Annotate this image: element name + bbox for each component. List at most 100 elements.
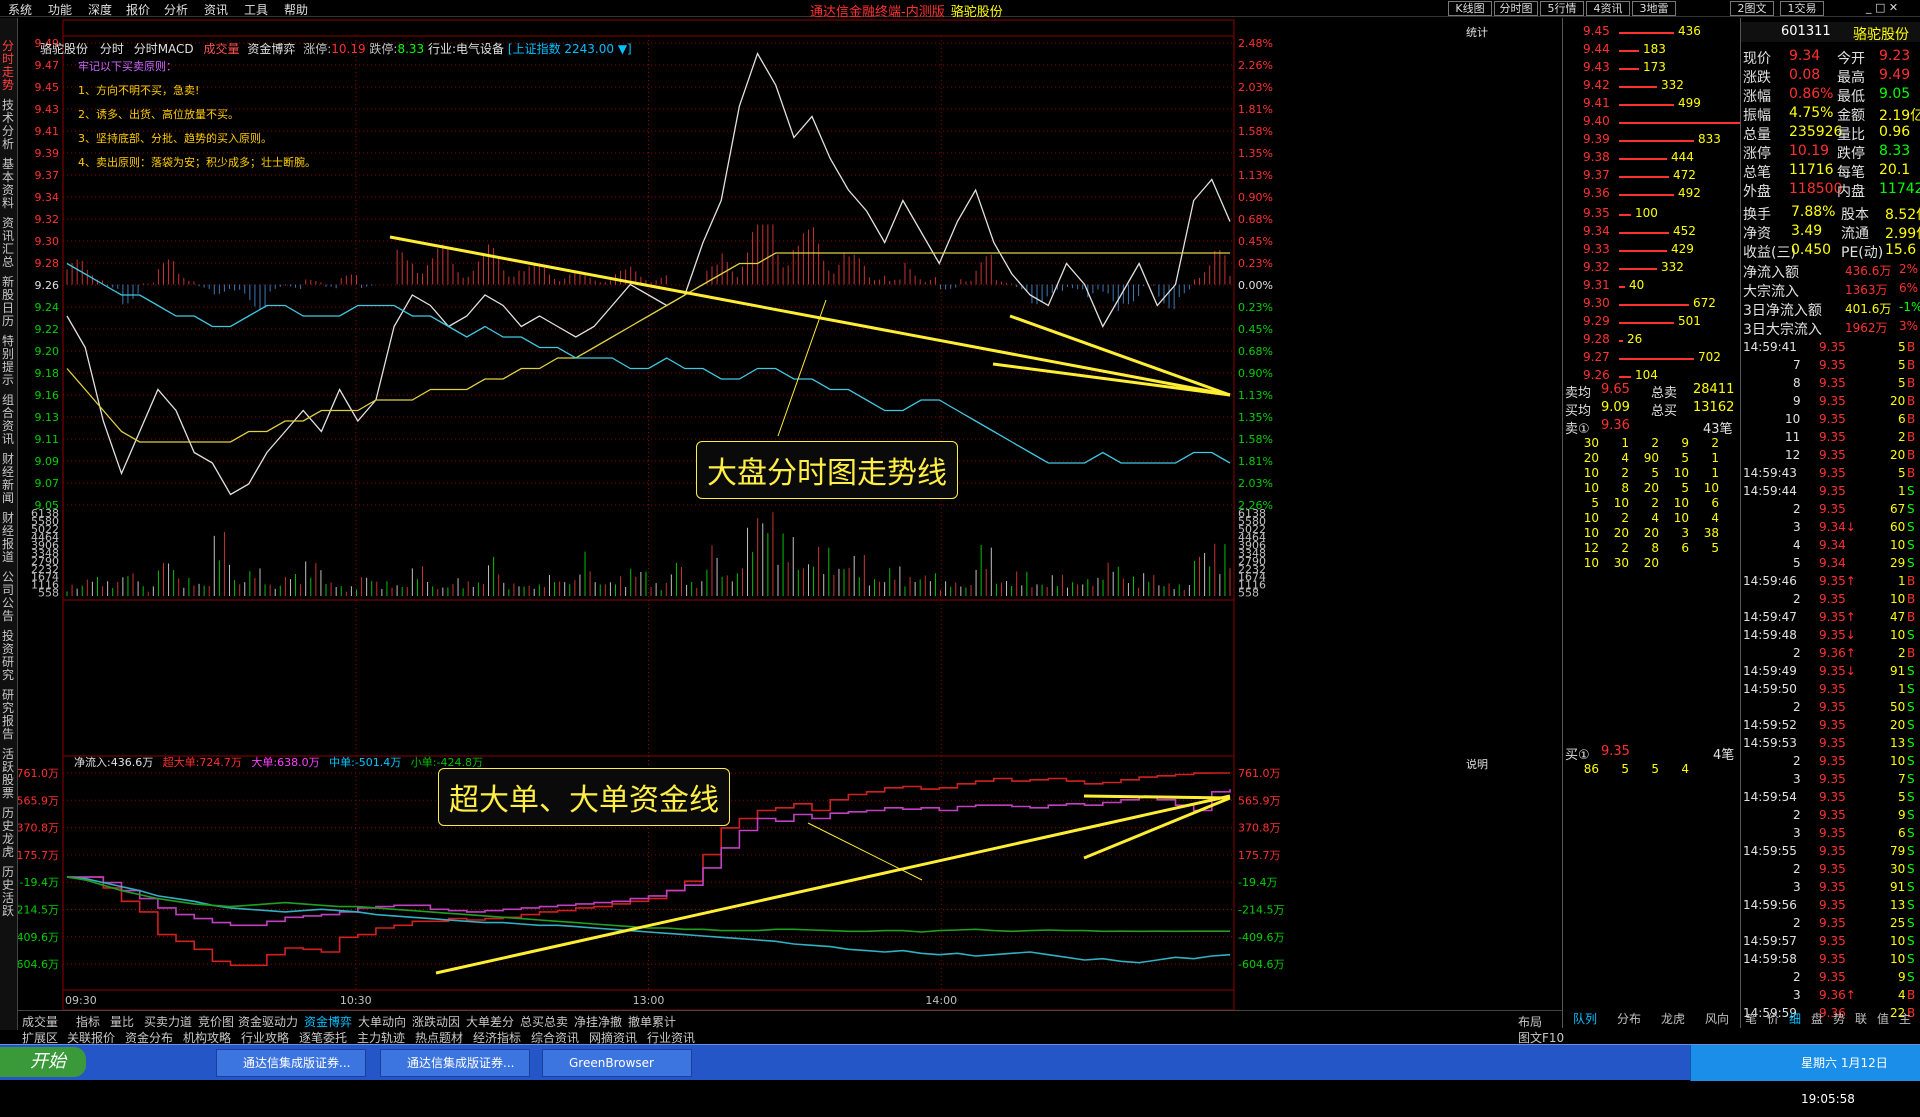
- menu-news[interactable]: 资讯: [204, 1, 228, 18]
- left-tab-13[interactable]: 历史龙虎: [2, 807, 16, 859]
- bottom-tab-2[interactable]: 量比: [110, 1013, 134, 1030]
- order-row[interactable]: 9.43 173: [1563, 60, 1741, 78]
- order-row[interactable]: 9.29 501: [1563, 314, 1741, 332]
- order-row[interactable]: 9.401672: [1563, 114, 1794, 132]
- info-fund-game[interactable]: 资金博弈: [247, 42, 295, 56]
- window-controls[interactable]: _ □ ✕: [1866, 1, 1898, 14]
- order-row[interactable]: 9.45 436: [1563, 24, 1741, 42]
- left-tab-6[interactable]: 组合资讯: [2, 394, 16, 446]
- menu-system[interactable]: 系统: [8, 1, 32, 18]
- info-volume[interactable]: 成交量: [204, 42, 240, 56]
- order-row[interactable]: 9.28 26: [1563, 332, 1741, 350]
- tab-5quote[interactable]: 5行情: [1540, 1, 1584, 16]
- order-row[interactable]: 9.34 452: [1563, 224, 1741, 242]
- orderbook-tab-1[interactable]: 分布: [1617, 1010, 1641, 1027]
- tick-price: 9.35: [1819, 700, 1846, 714]
- buy1-queue-cell: 5: [1651, 762, 1659, 776]
- task-tdx-2[interactable]: 通达信集成版证券...: [380, 1049, 530, 1077]
- order-row[interactable]: 9.42 332: [1563, 78, 1741, 96]
- bottom-tab-6[interactable]: 资金博弈: [304, 1013, 352, 1030]
- menu-quote[interactable]: 报价: [126, 1, 150, 18]
- bottom-tab-4[interactable]: 竞价图: [198, 1013, 234, 1030]
- left-tab-11[interactable]: 研究报告: [2, 689, 16, 741]
- task-tdx-1[interactable]: 通达信集成版证券...: [216, 1049, 366, 1077]
- quote-tab-4[interactable]: 势: [1833, 1010, 1845, 1027]
- tab-timeshare[interactable]: 分时图: [1494, 1, 1538, 16]
- bottom-tab-5[interactable]: 资金驱动力: [238, 1013, 298, 1030]
- tab-3mine[interactable]: 3地雷: [1632, 1, 1676, 16]
- index-quote[interactable]: [上证指数 2243.00 ▼]: [508, 42, 632, 56]
- tab-kline[interactable]: K线图: [1448, 1, 1492, 16]
- quote-value: 9.05: [1879, 86, 1911, 102]
- bottom-tab-3[interactable]: 买卖力道: [144, 1013, 192, 1030]
- menu-analysis[interactable]: 分析: [164, 1, 188, 18]
- quote-tab-3[interactable]: 盘: [1811, 1010, 1823, 1027]
- tab-1trade[interactable]: 1交易: [1780, 1, 1824, 16]
- tick-side: S: [1907, 700, 1915, 714]
- tick-volume: 60: [1890, 520, 1906, 534]
- left-tab-8[interactable]: 财经报道: [2, 512, 16, 564]
- quote-tab-5[interactable]: 联: [1855, 1010, 1867, 1027]
- left-tab-9[interactable]: 公司公告: [2, 571, 16, 623]
- order-row[interactable]: 9.30 672: [1563, 296, 1741, 314]
- left-tab-14[interactable]: 历史活跃: [2, 866, 16, 918]
- bottom-tab-1[interactable]: 指标: [76, 1013, 100, 1030]
- tab-4news[interactable]: 4资讯: [1586, 1, 1630, 16]
- left-tab-12[interactable]: 活跃股票: [2, 748, 16, 800]
- tab-2text[interactable]: 2图文: [1730, 1, 1774, 16]
- left-tab-1[interactable]: 技术分析: [2, 99, 16, 151]
- bottom-tab-7[interactable]: 大单动向: [358, 1013, 406, 1030]
- bottom-tab-10[interactable]: 总买总卖: [520, 1013, 568, 1030]
- left-tab-4[interactable]: 新股日历: [2, 276, 16, 328]
- order-row[interactable]: 9.36 492: [1563, 186, 1741, 204]
- quote-label: 最低: [1837, 89, 1865, 105]
- order-row[interactable]: 9.35 100: [1563, 206, 1741, 224]
- tick-time: 2: [1793, 700, 1801, 714]
- tick-volume: 10: [1890, 628, 1906, 642]
- order-row[interactable]: 9.27 702: [1563, 350, 1741, 368]
- order-row[interactable]: 9.41 499: [1563, 96, 1741, 114]
- order-row[interactable]: 9.33 429: [1563, 242, 1741, 260]
- orderbook-tab-3[interactable]: 风向: [1705, 1010, 1729, 1027]
- quote-tab-0[interactable]: 笔: [1745, 1010, 1757, 1027]
- order-row[interactable]: 9.38 444: [1563, 150, 1741, 168]
- left-tab-5[interactable]: 特别提示: [2, 335, 16, 387]
- left-tab-0[interactable]: 分时走势: [2, 40, 16, 92]
- info-timeshare[interactable]: 分时: [100, 42, 124, 56]
- queue-cell: 10: [1583, 466, 1599, 480]
- menu-function[interactable]: 功能: [48, 1, 72, 18]
- menu-tools[interactable]: 工具: [244, 1, 268, 18]
- menu-help[interactable]: 帮助: [284, 1, 308, 18]
- bottom-tab-11[interactable]: 净挂净撤: [574, 1013, 622, 1030]
- bottom-tab-12[interactable]: 撤单累计: [628, 1013, 676, 1030]
- bottom-tab-8[interactable]: 涨跌动因: [412, 1013, 460, 1030]
- order-bar: [1619, 232, 1669, 234]
- explain-button[interactable]: 说明: [1466, 756, 1488, 772]
- quote-tab-7[interactable]: 主: [1899, 1010, 1911, 1027]
- start-button[interactable]: 开始: [0, 1047, 86, 1077]
- left-tab-2[interactable]: 基本资料: [2, 158, 16, 210]
- left-tab-10[interactable]: 投资研究: [2, 630, 16, 682]
- info-macd[interactable]: 分时MACD: [134, 42, 194, 56]
- quote-tab-6[interactable]: 值: [1877, 1010, 1889, 1027]
- left-tab-7[interactable]: 财经新闻: [2, 453, 16, 505]
- bottom-tab-9[interactable]: 大单差分: [466, 1013, 514, 1030]
- tick-time: 2: [1793, 646, 1801, 660]
- left-tab-3[interactable]: 资讯汇总: [2, 217, 16, 269]
- tick-time: 14:59:48: [1743, 628, 1797, 642]
- order-row[interactable]: 9.31 40: [1563, 278, 1741, 296]
- stat-button[interactable]: 统计: [1466, 24, 1488, 40]
- quote-tab-2[interactable]: 细: [1789, 1010, 1801, 1027]
- order-price: 9.36: [1583, 186, 1610, 200]
- orderbook-tab-2[interactable]: 龙虎: [1661, 1010, 1685, 1027]
- order-row[interactable]: 9.44 183: [1563, 42, 1741, 60]
- menu-depth[interactable]: 深度: [88, 1, 112, 18]
- task-browser[interactable]: GreenBrowser: [542, 1049, 692, 1077]
- order-row[interactable]: 9.39 833: [1563, 132, 1741, 150]
- order-row[interactable]: 9.37 472: [1563, 168, 1741, 186]
- quote-tab-1[interactable]: 价: [1767, 1010, 1779, 1027]
- bottom-right-0[interactable]: 布局: [1518, 1013, 1542, 1030]
- bottom-tab-0[interactable]: 成交量: [22, 1013, 58, 1030]
- order-row[interactable]: 9.32 332: [1563, 260, 1741, 278]
- orderbook-tab-0[interactable]: 队列: [1573, 1010, 1597, 1027]
